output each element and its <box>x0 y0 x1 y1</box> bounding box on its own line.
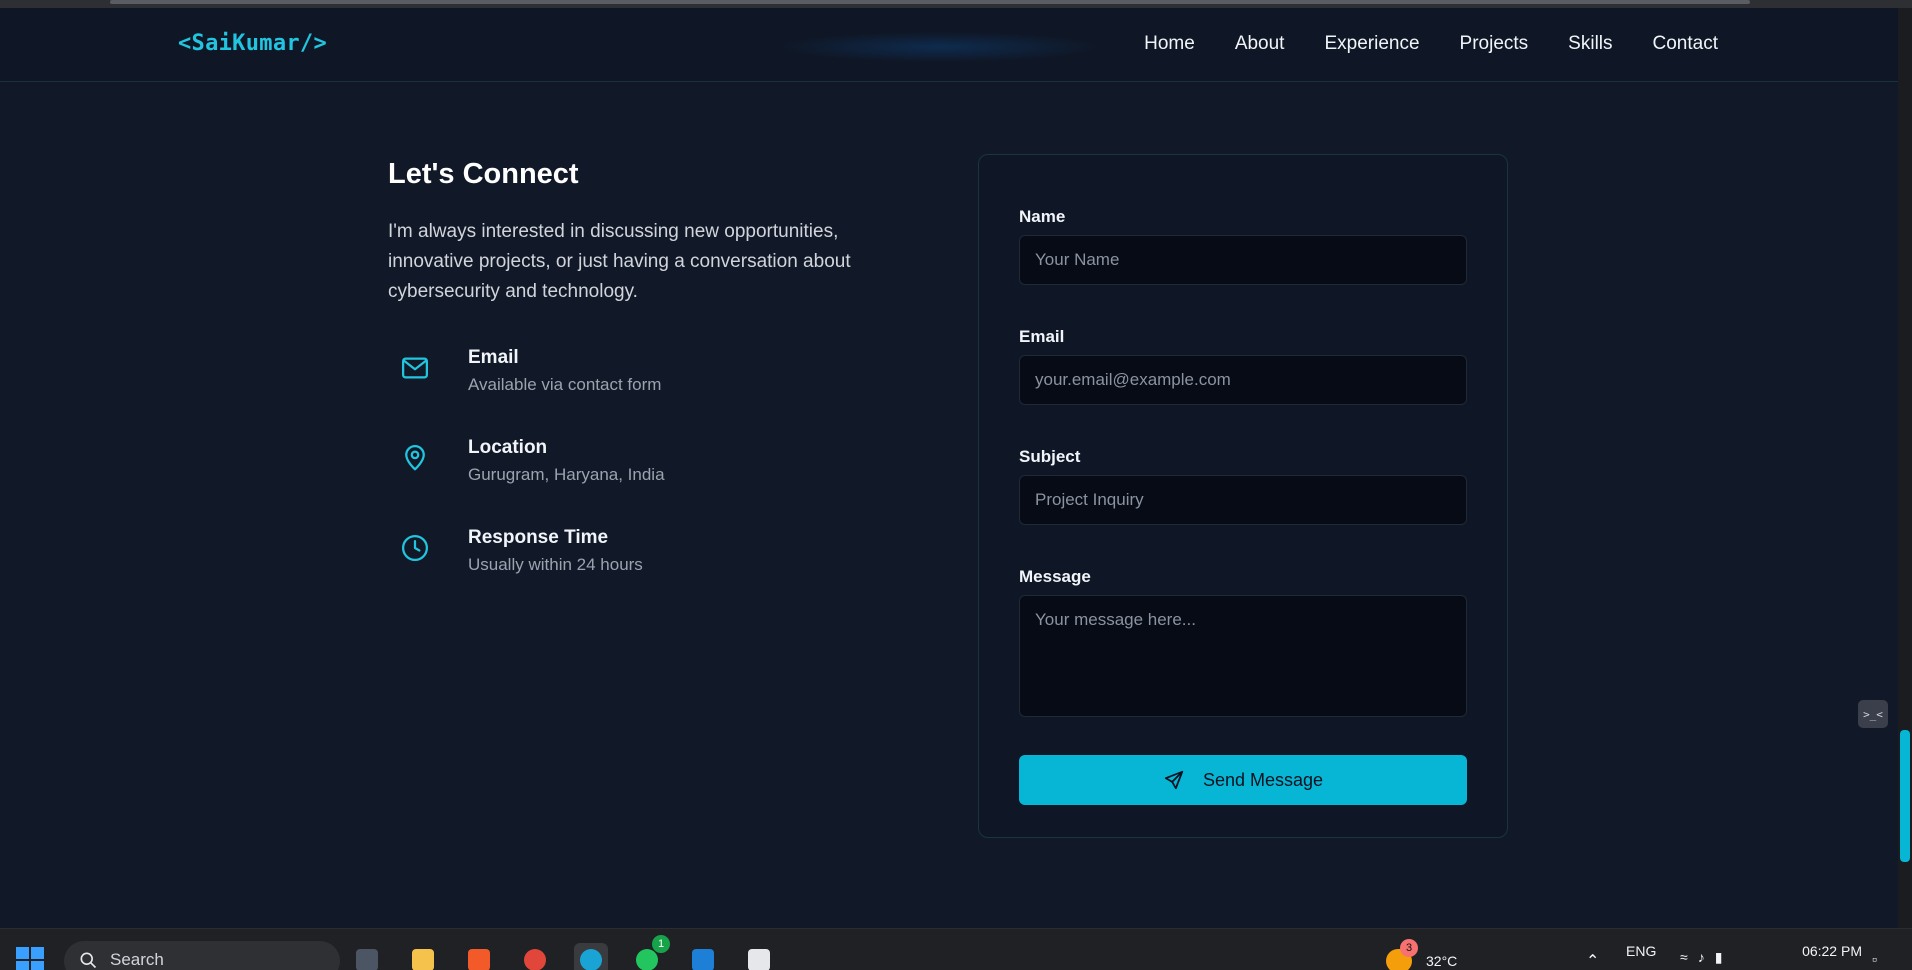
message-label: Message <box>1019 567 1091 586</box>
section-heading: Let's Connect <box>388 158 579 190</box>
nav-link-contact[interactable]: Contact <box>1653 33 1718 55</box>
wifi-icon[interactable]: ≈ <box>1680 949 1688 966</box>
nav-link-home[interactable]: Home <box>1144 33 1195 55</box>
site-logo[interactable]: <SaiKumar/> <box>178 31 327 56</box>
chevron-up-icon[interactable]: ⌃ <box>1586 951 1599 970</box>
contact-info-list: Email Available via contact form Locatio… <box>388 347 908 617</box>
info-subtitle: Gurugram, Haryana, India <box>468 465 665 484</box>
whatsapp-icon[interactable]: 1 <box>630 935 670 970</box>
send-message-label: Send Message <box>1202 769 1324 790</box>
nav-link-experience[interactable]: Experience <box>1324 33 1419 55</box>
clock[interactable]: 06:22 PM <box>1782 943 1862 959</box>
notification-icon[interactable]: ▫ <box>1872 951 1877 967</box>
map-pin-icon <box>400 443 430 473</box>
system-tray: ≈ ♪ ▮ <box>1680 949 1722 966</box>
search-icon <box>80 952 97 969</box>
main-nav: Home About Experience Projects Skills Co… <box>1144 33 1718 55</box>
terminal-toggle-button[interactable]: >_< <box>1858 700 1888 728</box>
taskbar-apps: 1 <box>350 935 776 970</box>
message-textarea[interactable] <box>1019 595 1467 717</box>
page-viewport: <SaiKumar/> Home About Experience Projec… <box>0 8 1898 928</box>
info-subtitle: Usually within 24 hours <box>468 555 643 574</box>
weather-widget[interactable]: 3 32°C <box>1386 939 1506 970</box>
taskbar-search-label: Search <box>110 950 164 969</box>
email-input[interactable] <box>1019 355 1467 405</box>
weather-badge: 3 <box>1400 939 1418 957</box>
file-explorer-icon[interactable] <box>406 943 440 970</box>
intro-text: I'm always interested in discussing new … <box>388 221 851 302</box>
store-app-icon[interactable] <box>350 943 384 970</box>
name-label: Name <box>1019 207 1066 226</box>
edge-browser-icon[interactable] <box>574 943 608 970</box>
clock-icon <box>400 533 430 563</box>
info-subtitle: Available via contact form <box>468 375 662 394</box>
screen: <SaiKumar/> Home About Experience Projec… <box>0 0 1912 970</box>
mail-icon <box>400 353 430 383</box>
vscode-icon[interactable] <box>686 943 720 970</box>
os-taskbar: Search 1 3 32°C ⌃ ENG ≈ ♪ ▮ 06:22 PM ▫ <box>0 928 1912 970</box>
name-input[interactable] <box>1019 235 1467 285</box>
battery-icon[interactable]: ▮ <box>1715 949 1723 966</box>
email-label: Email <box>1019 327 1065 346</box>
send-icon <box>1164 770 1184 790</box>
contact-info-section: Let's Connect I'm always interested in d… <box>388 158 908 617</box>
temperature: 32°C <box>1426 953 1458 969</box>
taskbar-search[interactable]: Search <box>64 941 340 970</box>
terminal-app-icon[interactable] <box>742 943 776 970</box>
nav-link-skills[interactable]: Skills <box>1568 33 1612 55</box>
info-item-location: Location Gurugram, Haryana, India <box>388 437 908 527</box>
language-indicator[interactable]: ENG <box>1626 943 1656 959</box>
whatsapp-badge: 1 <box>652 935 670 953</box>
contact-form: Name Email Subject Message Send Message <box>978 154 1508 838</box>
info-item-response-time: Response Time Usually within 24 hours <box>388 527 908 617</box>
subject-input[interactable] <box>1019 475 1467 525</box>
info-title: Location <box>468 437 548 458</box>
volume-icon[interactable]: ♪ <box>1698 949 1705 966</box>
windows-start-icon[interactable] <box>16 947 46 970</box>
send-message-button[interactable]: Send Message <box>1019 755 1467 805</box>
nav-glow-decoration <box>780 32 1100 62</box>
nav-link-projects[interactable]: Projects <box>1460 33 1529 55</box>
browser-top-strip <box>0 0 1912 8</box>
brave-browser-icon[interactable] <box>462 943 496 970</box>
info-title: Response Time <box>468 527 609 548</box>
info-title: Email <box>468 347 519 368</box>
info-item-email: Email Available via contact form <box>388 347 908 437</box>
subject-label: Subject <box>1019 447 1081 466</box>
scrollbar-thumb[interactable] <box>1900 730 1910 862</box>
site-navbar: <SaiKumar/> Home About Experience Projec… <box>0 8 1898 82</box>
chrome-browser-icon[interactable] <box>518 943 552 970</box>
nav-link-about[interactable]: About <box>1235 33 1285 55</box>
